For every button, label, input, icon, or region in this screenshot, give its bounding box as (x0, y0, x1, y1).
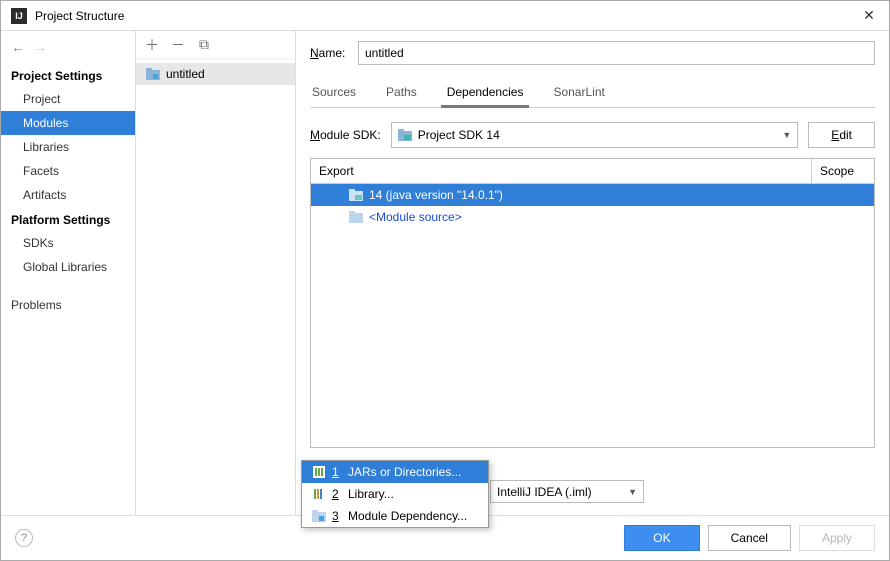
source-folder-icon (349, 211, 363, 223)
dep-label: 14 (java version "14.0.1") (369, 188, 503, 202)
titlebar: IJ Project Structure ✕ (1, 1, 889, 31)
ok-button[interactable]: OK (624, 525, 699, 551)
menu-label: JARs or Directories... (348, 465, 461, 479)
edit-sdk-button[interactable]: Edit (808, 122, 875, 148)
menu-item-library[interactable]: 2 Library... (302, 483, 488, 505)
dependencies-table: Export Scope 14 (java version "14.0.1") … (310, 158, 875, 448)
menu-label: Module Dependency... (348, 509, 467, 523)
library-icon (312, 488, 326, 500)
tree-item-label: untitled (166, 67, 205, 81)
section-platform-settings: Platform Settings (1, 207, 135, 231)
menu-item-module-dep[interactable]: 3 Module Dependency... (302, 505, 488, 527)
sidebar-item-libraries[interactable]: Libraries (1, 135, 135, 159)
forward-icon[interactable]: → (33, 39, 47, 55)
apply-button[interactable]: Apply (799, 525, 875, 551)
sidebar-item-artifacts[interactable]: Artifacts (1, 183, 135, 207)
sidebar-item-facets[interactable]: Facets (1, 159, 135, 183)
copy-icon[interactable]: ⧉ (196, 36, 212, 53)
sdk-folder-icon (349, 189, 363, 201)
app-icon: IJ (11, 8, 27, 24)
name-label: Name: (310, 46, 358, 60)
export-format-value: IntelliJ IDEA (.iml) (497, 485, 592, 499)
module-icon (146, 68, 160, 80)
dep-row-sdk[interactable]: 14 (java version "14.0.1") (311, 184, 874, 206)
module-panel: Name: Sources Paths Dependencies SonarLi… (296, 31, 889, 515)
dep-label: <Module source> (369, 210, 462, 224)
export-format-combo[interactable]: IntelliJ IDEA (.iml) ▼ (490, 480, 644, 503)
module-dep-icon (312, 510, 326, 522)
help-icon[interactable]: ? (15, 529, 33, 547)
sidebar-item-global-libraries[interactable]: Global Libraries (1, 255, 135, 279)
module-sdk-label: Module SDK: (310, 128, 381, 142)
module-sdk-combo[interactable]: Project SDK 14 ▼ (391, 122, 799, 148)
add-icon[interactable]: ＋ (144, 35, 160, 55)
menu-item-jars[interactable]: 1 JARs or Directories... (302, 461, 488, 483)
tab-dependencies[interactable]: Dependencies (445, 79, 526, 107)
sidebar: ← → Project Settings Project Modules Lib… (1, 31, 136, 515)
module-tree: ＋ － ⧉ untitled (136, 31, 296, 515)
back-icon[interactable]: ← (11, 39, 25, 55)
tab-sources[interactable]: Sources (310, 79, 358, 107)
menu-label: Library... (348, 487, 394, 501)
sidebar-item-project[interactable]: Project (1, 87, 135, 111)
col-export: Export (311, 159, 812, 183)
dep-row-source[interactable]: <Module source> (311, 206, 874, 228)
section-project-settings: Project Settings (1, 63, 135, 87)
directory-icon (312, 466, 326, 478)
close-icon[interactable]: ✕ (859, 7, 879, 24)
sdk-icon (398, 129, 412, 141)
chevron-down-icon: ▼ (782, 130, 791, 140)
tree-item-module[interactable]: untitled (136, 63, 295, 85)
tab-sonarlint[interactable]: SonarLint (551, 79, 606, 107)
chevron-down-icon: ▼ (628, 487, 637, 497)
module-tabs: Sources Paths Dependencies SonarLint (310, 79, 875, 108)
sidebar-item-sdks[interactable]: SDKs (1, 231, 135, 255)
tab-paths[interactable]: Paths (384, 79, 419, 107)
add-dependency-popup: 1 JARs or Directories... 2 Library... 3 … (301, 460, 489, 528)
remove-icon[interactable]: － (170, 35, 186, 55)
sidebar-item-problems[interactable]: Problems (1, 293, 135, 317)
cancel-button[interactable]: Cancel (708, 525, 791, 551)
sdk-value: Project SDK 14 (418, 128, 500, 142)
window-title: Project Structure (35, 9, 859, 23)
col-scope: Scope (812, 159, 874, 183)
name-input[interactable] (358, 41, 875, 65)
sidebar-item-modules[interactable]: Modules (1, 111, 135, 135)
